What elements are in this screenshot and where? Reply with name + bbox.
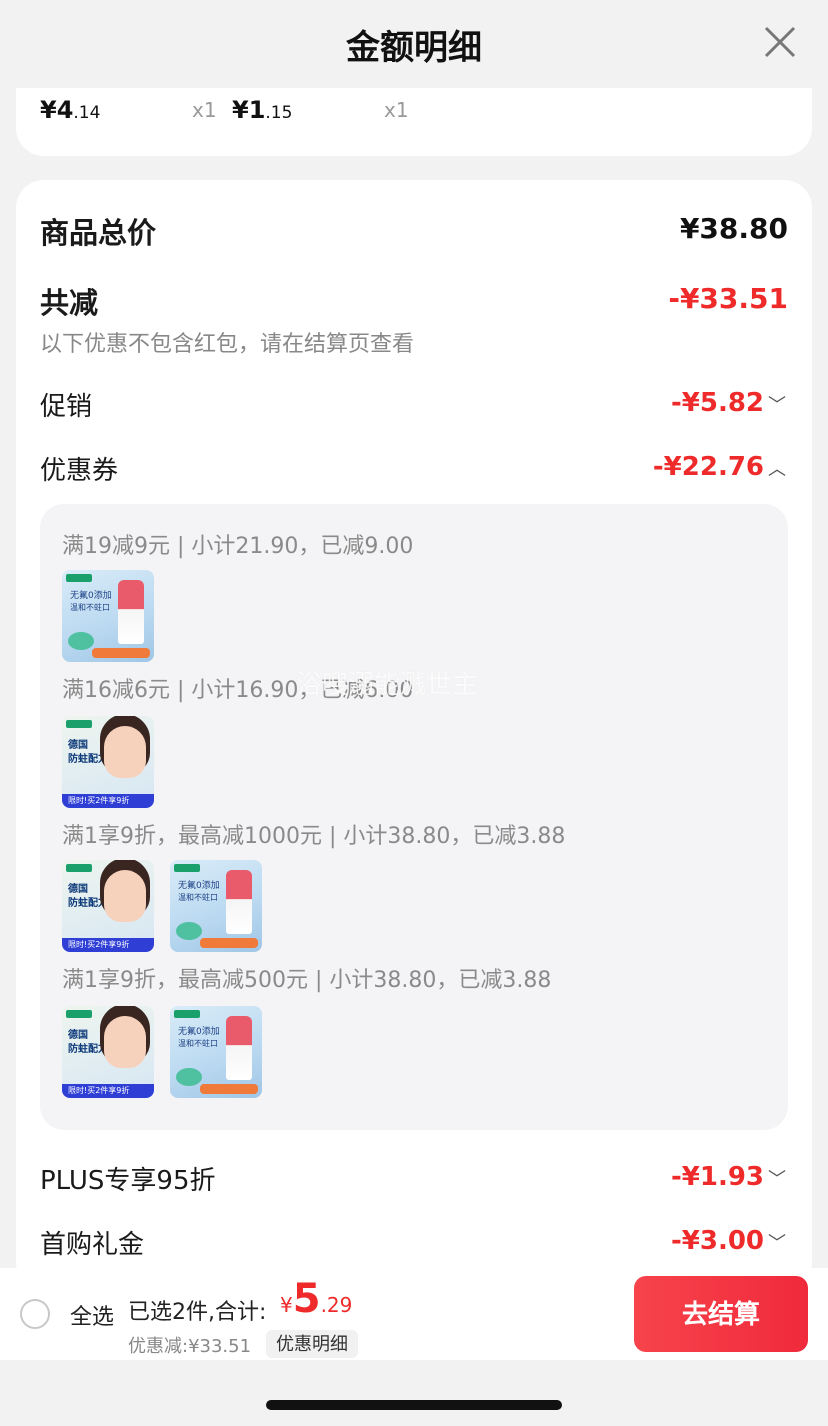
promo-value: -¥5.82 — [670, 388, 764, 418]
chevron-down-icon: ﹀ — [768, 395, 786, 416]
page-title: 金额明细 — [346, 28, 482, 68]
item-price: ¥4.14 — [40, 96, 101, 124]
reduce-note: 以下优惠不包含红包，请在结算页查看 — [40, 332, 415, 357]
discount-detail-button[interactable]: 优惠明细 — [266, 1330, 358, 1358]
item-qty: x1 — [192, 98, 217, 122]
coupon-rule: 满1享9折，最高减1000元 | 小计38.80，已减3.88 — [62, 824, 566, 849]
toothpaste-product-icon[interactable]: 无氟0添加 温和不蛀口 — [170, 860, 262, 952]
item-qty: x1 — [384, 98, 409, 122]
first-purchase-value: -¥3.00 — [670, 1226, 764, 1256]
price-detail-card: 商品总价 ¥38.80 共减 -¥33.51 以下优惠不包含红包，请在结算页查看… — [16, 180, 812, 1290]
chevron-down-icon: ﹀ — [768, 1169, 786, 1190]
first-purchase-row-toggle[interactable]: -¥3.00 ﹀ — [671, 1226, 788, 1256]
kid-toothpaste-product-icon[interactable]: 德国 防蛀配方 限时!买2件享9折 — [62, 716, 154, 808]
discount-summary: 优惠减:¥33.51 — [128, 1336, 252, 1357]
plus-value: -¥1.93 — [670, 1162, 764, 1192]
goods-total-value: ¥38.80 — [679, 212, 788, 245]
select-all-label[interactable]: 全选 — [70, 1299, 114, 1331]
total-reduce-value: -¥33.51 — [668, 282, 788, 315]
items-card: ¥4.14 x1 ¥1.15 x1 — [16, 88, 812, 156]
chevron-down-icon: ﹀ — [768, 1233, 786, 1254]
total-reduce-label: 共减 — [40, 286, 99, 320]
kid-toothpaste-product-icon[interactable]: 德国 防蛀配方 限时!买2件享9折 — [62, 1006, 154, 1098]
kid-toothpaste-product-icon[interactable]: 德国 防蛀配方 限时!买2件享9折 — [62, 860, 154, 952]
close-icon[interactable] — [762, 24, 798, 60]
selected-summary: 已选2件,合计: — [128, 1300, 267, 1325]
coupon-rule: 满1享9折，最高减500元 | 小计38.80，已减3.88 — [62, 968, 552, 993]
promo-row-toggle[interactable]: -¥5.82 ﹀ — [671, 388, 788, 418]
watermark: 浴嗖溺能溅世主 — [296, 670, 479, 700]
coupon-row-toggle[interactable]: -¥22.76 ︿ — [653, 452, 788, 482]
goods-total-label: 商品总价 — [40, 216, 157, 250]
first-purchase-label: 首购礼金 — [40, 1230, 145, 1260]
toothpaste-product-icon[interactable]: 无氟0添加 温和不蛀口 — [62, 570, 154, 662]
coupon-label: 优惠券 — [40, 456, 119, 486]
toothpaste-product-icon[interactable]: 无氟0添加 温和不蛀口 — [170, 1006, 262, 1098]
plus-row-toggle[interactable]: -¥1.93 ﹀ — [671, 1162, 788, 1192]
total-price: ¥5.29 — [280, 1276, 353, 1322]
select-all-radio[interactable] — [20, 1299, 50, 1329]
checkout-button[interactable]: 去结算 — [634, 1276, 808, 1352]
chevron-up-icon: ︿ — [768, 459, 786, 480]
plus-label: PLUS专享95折 — [40, 1166, 216, 1196]
checkout-bar: 全选 已选2件,合计: ¥5.29 优惠减:¥33.51 优惠明细 去结算 — [0, 1268, 828, 1360]
coupon-value: -¥22.76 — [652, 452, 764, 482]
coupon-details: 满19减9元 | 小计21.90，已减9.00 无氟0添加 温和不蛀口 满16减… — [40, 504, 788, 1130]
item-price: ¥1.15 — [232, 96, 293, 124]
promo-label: 促销 — [40, 392, 93, 422]
safe-area — [0, 1360, 828, 1426]
home-indicator[interactable] — [266, 1400, 562, 1410]
coupon-rule: 满19减9元 | 小计21.90，已减9.00 — [62, 534, 414, 559]
sheet-header: 金额明细 — [0, 0, 828, 88]
